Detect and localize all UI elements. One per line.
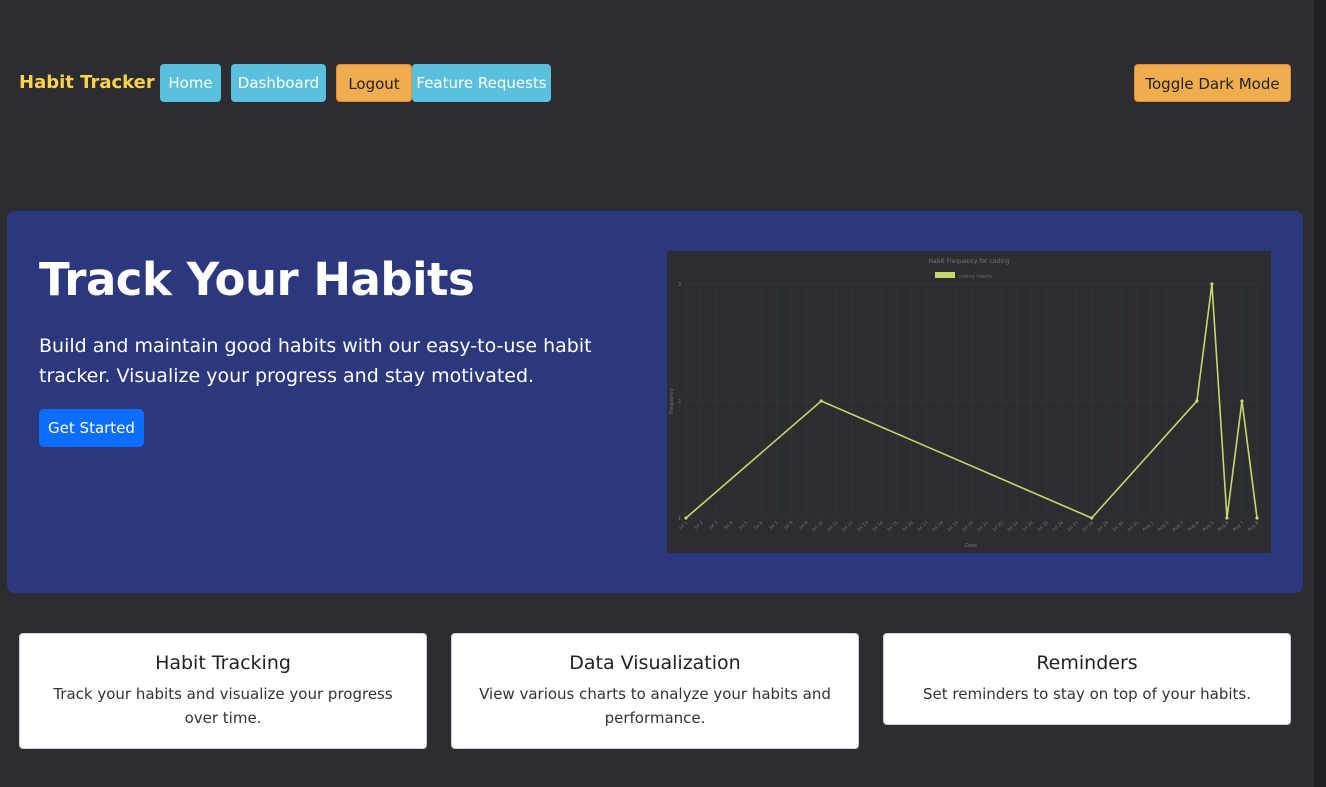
data-point[interactable] [1225,516,1229,520]
toggle-dark-mode-button[interactable]: Toggle Dark Mode [1134,64,1291,102]
hero-description: Build and maintain good habits with our … [39,335,592,387]
top-navbar: Habit Tracker Home Dashboard Logout Feat… [0,64,1314,102]
data-point[interactable] [684,516,688,520]
y-tick-label: 3 [678,282,681,288]
x-tick-label: Jul 20 [961,520,975,533]
feature-card-data-visualization: Data Visualization View various charts t… [451,633,859,749]
x-tick-label: Jul 17 [915,520,929,533]
card-text: Track your habits and visualize your pro… [53,685,393,727]
hero-section: Track Your Habits Build and maintain goo… [7,211,1303,593]
x-tick-label: Aug 4 [1186,520,1200,533]
x-tick-label: Aug 8 [1246,520,1260,533]
x-tick-label: Jul 16 [900,520,914,533]
card-title: Data Visualization [569,652,741,674]
x-tick-label: Jul 3 [707,520,719,532]
legend-label: coding Habits [958,274,993,280]
x-tick-label: Aug 3 [1171,520,1185,533]
data-point[interactable] [1195,399,1199,403]
nav-dashboard-button[interactable]: Dashboard [231,64,326,102]
y-axis-label: Frequency [669,388,675,414]
x-tick-label: Aug 1 [1141,520,1155,533]
x-tick-label: Jul 7 [767,520,779,532]
x-axis-label: Date [965,543,977,549]
x-tick-label: Jul 28 [1081,520,1095,533]
x-tick-label: Aug 6 [1216,520,1230,533]
x-tick-label: Aug 2 [1156,520,1170,533]
card-title: Habit Tracking [155,652,291,674]
scrollbar-track[interactable] [1314,0,1326,787]
legend-swatch [935,272,955,278]
x-tick-label: Aug 7 [1231,520,1245,533]
x-tick-label: Jul 4 [722,520,734,532]
x-tick-label: Jul 22 [991,520,1005,533]
x-tick-label: Jul 9 [797,520,809,532]
x-tick-label: Jul 21 [976,520,990,533]
data-point[interactable] [1240,399,1244,403]
x-tick-label: Jul 25 [1036,520,1050,533]
card-text: Set reminders to stay on top of your hab… [923,685,1251,703]
x-tick-label: Jul 2 [692,520,704,532]
x-tick-label: Jul 24 [1021,520,1035,533]
nav-home-button[interactable]: Home [160,64,221,102]
x-tick-label: Jul 10 [810,520,824,533]
x-tick-label: Jul 12 [840,520,854,533]
x-tick-label: Jul 5 [737,520,749,532]
x-tick-label: Jul 29 [1096,520,1110,533]
data-point[interactable] [1210,282,1214,286]
data-point[interactable] [1090,516,1094,520]
nav-feature-requests-button[interactable]: Feature Requests [412,64,551,102]
card-title: Reminders [1036,652,1138,674]
data-point[interactable] [819,399,823,403]
x-tick-label: Jul 30 [1111,520,1125,533]
x-tick-label: Jul 13 [855,520,869,533]
feature-card-habit-tracking: Habit Tracking Track your habits and vis… [19,633,427,749]
x-tick-label: Jul 11 [825,520,839,533]
x-tick-label: Jul 23 [1006,520,1020,533]
x-tick-label: Jul 26 [1051,520,1065,533]
hero-title: Track Your Habits [39,253,475,306]
y-tick-label: 1 [678,516,681,522]
card-text: View various charts to analyze your habi… [479,685,831,727]
chart-svg: Habit Frequency for coding coding Habits… [669,258,1260,549]
x-tick-label: Jul 27 [1066,520,1080,533]
feature-card-reminders: Reminders Set reminders to stay on top o… [883,633,1291,725]
chart-title: Habit Frequency for coding [928,258,1009,265]
x-tick-label: Aug 5 [1201,520,1215,533]
x-tick-label: Jul 15 [885,520,899,533]
x-tick-label: Jul 18 [930,520,944,533]
x-tick-label: Jul 6 [752,520,764,532]
get-started-button[interactable]: Get Started [39,409,144,447]
y-tick-label: 2 [678,399,681,405]
brand-logo[interactable]: Habit Tracker [19,72,155,93]
x-tick-label: Jul 31 [1126,520,1140,533]
x-tick-label: Jul 19 [945,520,959,533]
data-point[interactable] [1255,516,1259,520]
habit-frequency-chart: Habit Frequency for coding coding Habits… [667,251,1271,553]
x-tick-label: Jul 8 [782,520,794,532]
x-tick-label: Jul 14 [870,520,884,533]
nav-logout-button[interactable]: Logout [336,64,412,102]
